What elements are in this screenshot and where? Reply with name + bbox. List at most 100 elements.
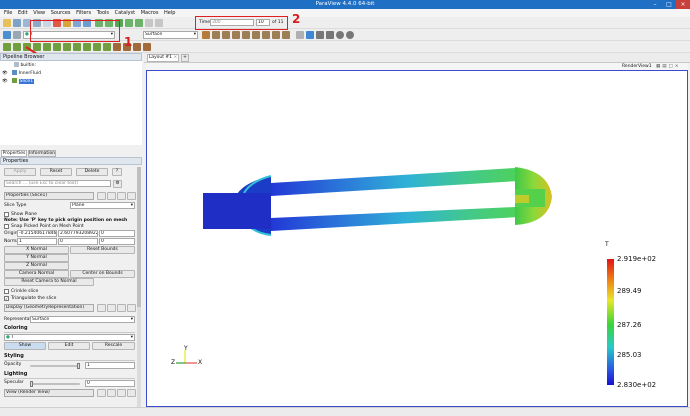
- colorbar-tick: 287.26: [617, 321, 642, 329]
- z-normal-button[interactable]: Z Normal: [4, 262, 69, 270]
- view-controls[interactable]: ▦▤□×: [656, 64, 681, 69]
- slice-filter-icon: [12, 78, 18, 83]
- refresh-icon[interactable]: [117, 304, 126, 312]
- properties-scrollbar[interactable]: [137, 167, 141, 407]
- axis-z-label: Z: [171, 359, 176, 366]
- slice-properties-section[interactable]: Properties (Slice1): [4, 192, 94, 200]
- normal-x-field[interactable]: 1: [17, 238, 57, 245]
- slice-type-value: Plane: [72, 203, 85, 208]
- copy-icon[interactable]: [97, 304, 106, 312]
- show-colorbar-button[interactable]: Show: [4, 342, 46, 350]
- coloring-select[interactable]: ● T ▾: [4, 334, 135, 341]
- layout-tab-bar: Layout #1 × +: [144, 53, 690, 63]
- apply-button[interactable]: Apply: [4, 168, 36, 176]
- representation-property-value: Surface: [32, 317, 50, 322]
- triangulate-label: Triangulate the slice: [11, 296, 57, 301]
- save-defaults-icon[interactable]: [127, 389, 136, 397]
- colorbar-title: T: [605, 241, 609, 248]
- save-defaults-icon[interactable]: [127, 304, 136, 312]
- pipeline-item-slice1[interactable]: 👁 Slice1: [2, 78, 35, 85]
- copy-icon[interactable]: [97, 192, 106, 200]
- outlet-hotspot: [515, 195, 529, 203]
- opacity-field[interactable]: 1: [85, 362, 135, 369]
- slice-render: [203, 167, 552, 236]
- search-input[interactable]: Search ... (use Esc to clear text): [4, 180, 111, 187]
- colorbar-gradient: [607, 259, 614, 385]
- properties-panel: Properties Apply Reset Delete ? Search .…: [0, 157, 142, 416]
- inlet-block: [203, 193, 271, 229]
- reader-icon: [12, 70, 18, 75]
- save-defaults-icon[interactable]: [127, 192, 136, 200]
- y-normal-button[interactable]: Y Normal: [4, 254, 69, 262]
- tab-layout-1[interactable]: Layout #1 ×: [147, 54, 179, 62]
- colorbar-tick-min: 2.830e+02: [617, 381, 657, 389]
- paste-icon[interactable]: [107, 389, 116, 397]
- pipeline-item-label: builtin:: [20, 63, 37, 68]
- specular-slider[interactable]: [30, 381, 80, 387]
- crinkle-checkbox[interactable]: [4, 289, 9, 294]
- opacity-slider-handle[interactable]: [77, 363, 80, 369]
- pipeline-browser: Pipeline Browser builtin: 👁 InnerFluid 👁…: [0, 53, 142, 145]
- eye-icon[interactable]: 👁: [2, 71, 8, 76]
- opacity-slider[interactable]: [30, 363, 80, 369]
- origin-y-field[interactable]: 2.60779320892234e-0: [58, 230, 98, 237]
- representation-property-select[interactable]: Surface ▾: [30, 316, 135, 323]
- coloring-heading: Coloring: [4, 325, 28, 331]
- axis-x-label: X: [198, 359, 203, 366]
- paste-icon[interactable]: [107, 304, 116, 312]
- tab-properties[interactable]: Properties: [1, 150, 27, 157]
- tab-information[interactable]: Information: [28, 150, 56, 157]
- specular-slider-handle[interactable]: [30, 381, 33, 387]
- close-tab-icon[interactable]: ×: [174, 55, 178, 60]
- triangulate-checkbox[interactable]: ✓: [4, 296, 9, 301]
- origin-label: Origin: [4, 231, 18, 236]
- help-button[interactable]: ?: [112, 168, 122, 176]
- colorbar-tick-max: 2.919e+02: [617, 255, 657, 263]
- reset-bounds-button[interactable]: Reset Bounds: [70, 246, 135, 254]
- snap-checkbox[interactable]: [4, 224, 9, 229]
- delete-button[interactable]: Delete: [76, 168, 108, 176]
- normal-z-field[interactable]: 0: [99, 238, 135, 245]
- snap-label: Snap Picked Point on Mesh Point: [11, 224, 84, 229]
- x-normal-button[interactable]: X Normal: [4, 246, 69, 254]
- origin-x-field[interactable]: -0.2154061784669e: [17, 230, 57, 237]
- slice-type-label: Slice Type: [4, 203, 27, 208]
- pipeline-item-innerfluid[interactable]: 👁 InnerFluid: [2, 70, 41, 77]
- colorbar-tick: 289.49: [617, 287, 642, 295]
- advanced-toggle-icon[interactable]: ⚙: [113, 180, 122, 188]
- chevron-down-icon: ▾: [130, 203, 133, 208]
- center-on-bounds-button[interactable]: Center on Bounds: [70, 270, 135, 278]
- lighting-heading: Lighting: [4, 371, 28, 377]
- new-layout-tab[interactable]: +: [181, 54, 189, 62]
- origin-z-field[interactable]: 0: [99, 230, 135, 237]
- reset-button[interactable]: Reset: [40, 168, 72, 176]
- crinkle-label: Crinkle slice: [11, 289, 39, 294]
- view-header: RenderView1 ▦▤□×: [146, 63, 688, 70]
- refresh-icon[interactable]: [117, 389, 126, 397]
- display-section[interactable]: Display (GeometryRepresentation): [4, 304, 94, 312]
- show-plane-checkbox[interactable]: [4, 212, 9, 217]
- opacity-label: Opacity: [4, 362, 22, 367]
- view-section[interactable]: View (Render View): [4, 389, 94, 397]
- normal-y-field[interactable]: 0: [58, 238, 98, 245]
- copy-icon[interactable]: [97, 389, 106, 397]
- paste-icon[interactable]: [107, 192, 116, 200]
- eye-icon[interactable]: 👁: [2, 79, 8, 84]
- specular-label: Specular: [4, 380, 24, 385]
- lower-pipe: [271, 207, 519, 231]
- camera-normal-button[interactable]: Camera Normal: [4, 270, 69, 278]
- reset-camera-to-normal-button[interactable]: Reset Camera to Normal: [4, 278, 94, 286]
- slice-type-select[interactable]: Plane ▾: [70, 202, 135, 209]
- specular-field[interactable]: 0: [85, 380, 135, 387]
- rescale-button[interactable]: Rescale: [92, 342, 135, 350]
- divider: [4, 360, 135, 361]
- render-view-name: RenderView1: [622, 64, 652, 69]
- render-view[interactable]: T 2.919e+02 289.49 287.26 285.03 2.830e+…: [146, 70, 688, 407]
- pipeline-browser-title: Pipeline Browser: [0, 53, 142, 61]
- pipeline-item-builtin[interactable]: builtin:: [14, 62, 36, 69]
- edit-colormap-button[interactable]: Edit: [48, 342, 90, 350]
- server-icon: [14, 62, 19, 67]
- refresh-icon[interactable]: [117, 192, 126, 200]
- scrollbar-thumb[interactable]: [137, 167, 141, 307]
- layout-tab-label: Layout #1: [148, 55, 173, 60]
